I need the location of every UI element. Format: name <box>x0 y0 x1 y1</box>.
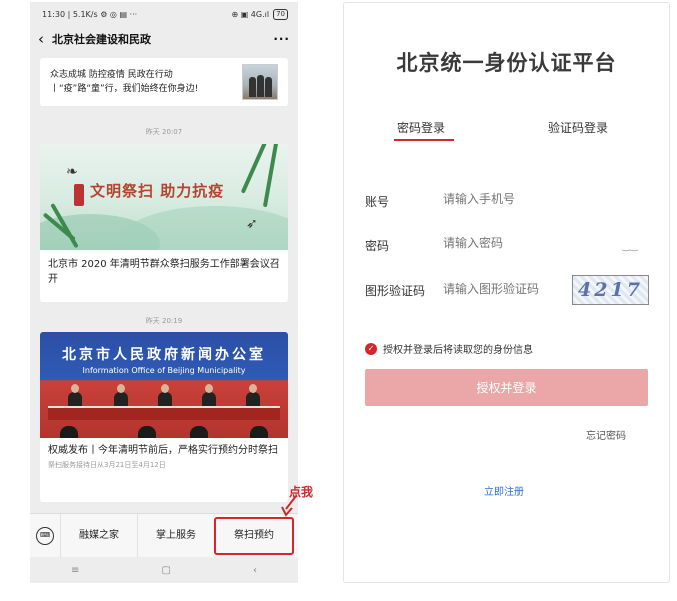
page-title: 北京统一身份认证平台 <box>396 51 617 75</box>
forgot-password-link[interactable]: 忘记密码 <box>586 427 626 442</box>
menu-item-mobile-services[interactable]: 掌上服务 <box>137 513 214 558</box>
status-bar: 11:30 | 5.1K/s ⚙ ◎ ▤ ··· ⊕ ▣ 4G.ıl 70 <box>30 2 298 26</box>
banner-slogan: 文明祭扫 助力抗疫 <box>90 182 225 200</box>
battery-icon: 70 <box>273 8 288 20</box>
article-3-title: 权威发布丨今年清明节前后，严格实行预约分时祭扫 <box>48 445 278 456</box>
account-label: 账号 <box>365 195 390 209</box>
chat-header: ‹ 北京社会建设和民政 ··· <box>30 26 298 52</box>
system-nav-bar: ≡ ▢ ‹ <box>30 557 298 583</box>
article-card-1[interactable]: 众志成城 防控疫情 民政在行动丨“疫”路“童”行，我们始终在你身边! <box>40 58 288 106</box>
article-3-summary: 祭扫服务接待日从3月21日至4月12日 <box>48 461 166 469</box>
account-input[interactable] <box>443 192 623 206</box>
swallow-icon: ➶ <box>246 216 258 232</box>
article-2-title: 北京市 2020 年清明节群众祭扫服务工作部署会议召开 <box>48 259 280 285</box>
wechat-account-screen: 11:30 | 5.1K/s ⚙ ◎ ▤ ··· ⊕ ▣ 4G.ıl 70 ‹ … <box>30 2 298 583</box>
checked-checkbox-icon[interactable]: ✓ <box>365 342 377 355</box>
signal-icon: ⊕ ▣ 4G.ıl <box>231 9 270 19</box>
tab-sms-code-login[interactable]: 验证码登录 <box>548 119 608 136</box>
consent-row[interactable]: ✓ 授权并登录后将读取您的身份信息 <box>365 341 533 356</box>
captcha-label: 图形验证码 <box>365 284 426 298</box>
home-nav-icon[interactable]: ▢ <box>161 565 170 576</box>
article-card-3[interactable]: 北京市人民政府新闻办公室 Information Office of Beiji… <box>40 332 288 502</box>
consent-text: 授权并登录后将读取您的身份信息 <box>383 345 533 356</box>
back-nav-icon[interactable]: ‹ <box>253 565 257 576</box>
article-2-banner: ❧ ➶ 文明祭扫 助力抗疫 <box>40 144 288 250</box>
status-time: 11:30 | 5.1K/s ⚙ ◎ ▤ ··· <box>42 9 138 19</box>
captcha-image[interactable]: 4217 <box>572 275 649 305</box>
menu-item-tomb-sweeping-booking[interactable]: 祭扫预约 <box>214 516 294 555</box>
annotation-arrow-icon <box>281 495 297 517</box>
article-card-2[interactable]: ❧ ➶ 文明祭扫 助力抗疫 北京市 2020 年清明节群众祭扫服务工作部署会议召… <box>40 144 288 302</box>
register-link[interactable]: 立即注册 <box>484 483 524 498</box>
article-3-banner: 北京市人民政府新闻办公室 Information Office of Beiji… <box>40 332 288 438</box>
article-1-thumbnail <box>242 64 278 100</box>
menu-nav-icon[interactable]: ≡ <box>71 565 79 576</box>
password-label: 密码 <box>365 239 390 253</box>
swallow-icon: ❧ <box>66 164 78 180</box>
account-menu-bar: ⌨ 融媒之家 掌上服务 祭扫预约 <box>30 513 298 558</box>
seal-mark <box>74 184 84 206</box>
tab-password-login[interactable]: 密码登录 <box>397 119 445 136</box>
article-1-title: 众志成城 防控疫情 民政在行动丨“疫”路“童”行，我们始终在你身边! <box>50 70 199 94</box>
login-screen: 北京统一身份认证平台 密码登录 验证码登录 账号 密码 ‿‿ 图形验证码 421… <box>343 2 670 583</box>
more-options-icon[interactable]: ··· <box>273 32 290 46</box>
toggle-password-visibility-icon[interactable]: ‿‿ <box>622 241 638 252</box>
banner-office-name-en: Information Office of Beijing Municipali… <box>82 366 246 375</box>
keyboard-toggle[interactable]: ⌨ <box>30 526 60 545</box>
keyboard-icon: ⌨ <box>36 526 54 545</box>
menu-item-media-home[interactable]: 融媒之家 <box>60 513 137 558</box>
active-tab-indicator <box>394 139 454 141</box>
status-icons: ⊕ ▣ 4G.ıl 70 <box>231 8 288 20</box>
timestamp: 昨天 20:07 <box>145 128 183 136</box>
screenshot-stage: 11:30 | 5.1K/s ⚙ ◎ ▤ ··· ⊕ ▣ 4G.ıl 70 ‹ … <box>0 0 677 601</box>
captcha-input[interactable] <box>443 282 561 296</box>
timestamp: 昨天 20:19 <box>145 317 183 325</box>
account-title: 北京社会建设和民政 <box>52 33 151 46</box>
password-input[interactable] <box>443 236 623 250</box>
authorize-login-button[interactable]: 授权并登录 <box>365 369 648 406</box>
back-arrow-icon[interactable]: ‹ <box>38 30 52 48</box>
banner-office-name: 北京市人民政府新闻办公室 <box>62 347 266 363</box>
